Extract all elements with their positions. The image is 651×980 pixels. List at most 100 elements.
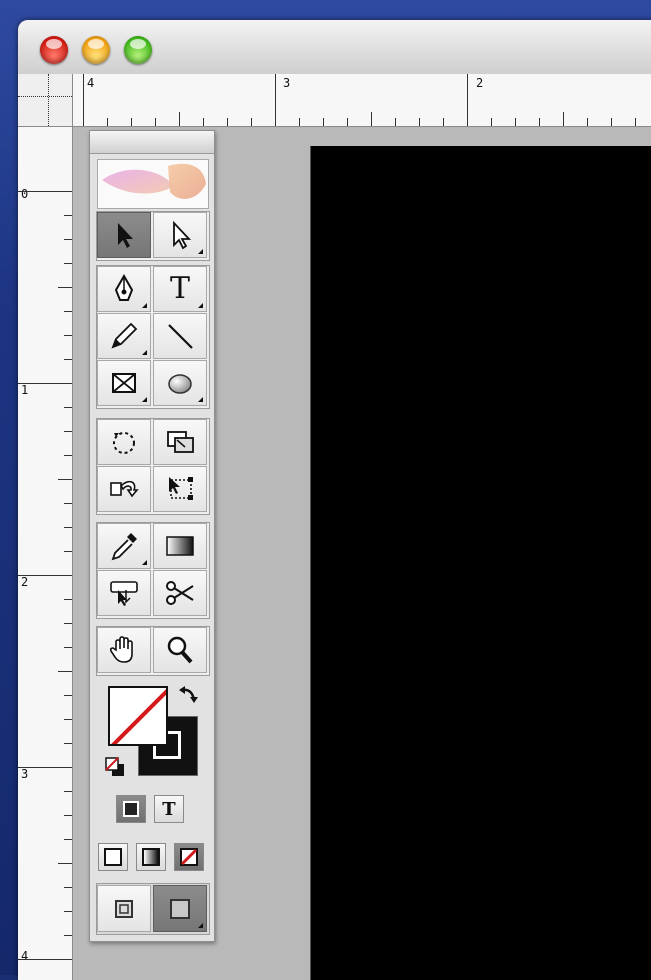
pencil-icon: [111, 322, 138, 349]
ruler-tick: [64, 503, 72, 504]
pen-tool[interactable]: [97, 266, 151, 312]
scale-tool[interactable]: [153, 419, 207, 465]
ruler-tick: [64, 215, 72, 216]
ruler-origin[interactable]: [18, 74, 73, 127]
ruler-tick: [443, 118, 444, 126]
ruler-tick: [64, 551, 72, 552]
ruler-tick: [179, 112, 180, 126]
normal-view-button[interactable]: [97, 885, 151, 932]
ruler-tick: [64, 647, 72, 648]
rotate-tool[interactable]: [97, 419, 151, 465]
type-tool[interactable]: T: [153, 266, 207, 312]
app-logo: [97, 159, 209, 209]
formatting-container-button[interactable]: [116, 795, 146, 823]
document-page[interactable]: [310, 146, 651, 980]
preview-mode-button[interactable]: [153, 885, 207, 932]
ruler-tick: [491, 118, 492, 126]
ruler-tick: [64, 911, 72, 912]
direct-selection-tool[interactable]: [153, 212, 207, 258]
vertical-ruler[interactable]: 0 1 2 3 4: [18, 127, 73, 980]
free-transform-tool[interactable]: [153, 466, 207, 512]
text-format-icon: T: [162, 798, 176, 820]
ruler-tick: [64, 599, 72, 600]
ruler-tick: [467, 74, 468, 126]
ruler-tick: [64, 743, 72, 744]
ruler-tick: [275, 74, 276, 126]
ruler-tick: [419, 118, 420, 126]
ruler-tick: [18, 191, 72, 192]
minimize-button[interactable]: [82, 36, 110, 64]
close-button[interactable]: [40, 36, 68, 64]
ruler-tick: [64, 239, 72, 240]
ruler-tick: [64, 455, 72, 456]
fill-swatch[interactable]: [108, 686, 168, 746]
ruler-tick: [323, 118, 324, 126]
scissors-icon: [166, 581, 194, 605]
formatting-text-button[interactable]: T: [154, 795, 184, 823]
navigation-tools-group: [96, 626, 210, 676]
apply-none-button[interactable]: [174, 843, 204, 871]
ruler-tick: [64, 527, 72, 528]
ruler-tick: [563, 112, 564, 126]
fill-stroke-area: [96, 686, 208, 796]
ruler-tick: [611, 118, 612, 126]
ruler-tick: [58, 479, 72, 480]
ruler-tick: [64, 815, 72, 816]
shear-tool[interactable]: [97, 466, 151, 512]
gradient-tool[interactable]: [153, 523, 207, 569]
ruler-tick: [371, 112, 372, 126]
transform-tools-group: [96, 418, 210, 515]
none-color-icon: [111, 689, 166, 744]
ruler-tick: [203, 118, 204, 126]
ruler-tick: [635, 118, 636, 126]
magnifier-icon: [167, 636, 193, 664]
ruler-tick: [64, 623, 72, 624]
container-icon: [123, 801, 139, 817]
button-tool[interactable]: [97, 570, 151, 616]
ruler-tick: [18, 767, 72, 768]
toolbox-panel: T T: [89, 130, 215, 942]
ruler-tick: [515, 118, 516, 126]
shear-icon: [110, 480, 139, 498]
gradient-swatch-icon: [142, 848, 160, 866]
ellipse-tool[interactable]: [153, 360, 207, 406]
hand-tool[interactable]: [97, 627, 151, 673]
ruler-number: 4: [87, 76, 95, 90]
ruler-tick: [64, 359, 72, 360]
rectangle-frame-tool[interactable]: [97, 360, 151, 406]
normal-view-icon: [115, 899, 133, 918]
eyedropper-icon: [111, 533, 137, 561]
ruler-tick: [131, 118, 132, 126]
scissors-tool[interactable]: [153, 570, 207, 616]
ruler-tick: [64, 431, 72, 432]
zoom-button[interactable]: [124, 36, 152, 64]
white-arrow-icon: [173, 220, 192, 250]
ruler-tick: [395, 118, 396, 126]
zoom-tool[interactable]: [153, 627, 207, 673]
swap-colors-icon[interactable]: [176, 684, 200, 708]
eyedropper-tool[interactable]: [97, 523, 151, 569]
default-colors-icon[interactable]: [104, 756, 126, 778]
ruler-tick: [58, 863, 72, 864]
ruler-tick: [83, 74, 84, 126]
selection-tool[interactable]: [97, 212, 151, 258]
ruler-tick: [64, 335, 72, 336]
selection-tools-group: [96, 211, 210, 261]
ruler-tick: [18, 959, 72, 960]
ruler-tick: [64, 719, 72, 720]
pencil-tool[interactable]: [97, 313, 151, 359]
ruler-number: 3: [21, 767, 29, 781]
apply-color-button[interactable]: [98, 843, 128, 871]
ruler-tick: [64, 791, 72, 792]
apply-gradient-button[interactable]: [136, 843, 166, 871]
toolbox-title-bar[interactable]: [90, 131, 214, 154]
ruler-tick: [18, 575, 72, 576]
line-tool[interactable]: [153, 313, 207, 359]
ruler-number: 4: [21, 949, 29, 963]
horizontal-ruler[interactable]: 4 3 2: [73, 74, 651, 127]
ruler-tick: [64, 695, 72, 696]
ruler-tick: [58, 287, 72, 288]
ruler-tick: [539, 118, 540, 126]
ruler-tick: [251, 118, 252, 126]
preview-mode-icon: [170, 898, 190, 919]
